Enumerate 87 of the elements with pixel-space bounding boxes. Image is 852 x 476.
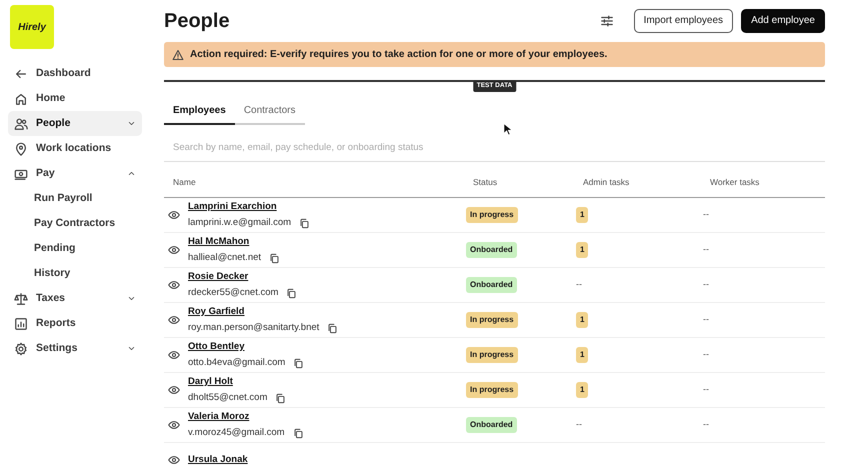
employee-email: roy.man.person@sanitarty.bnet [188, 321, 320, 335]
sidebar-subitem[interactable]: History [8, 261, 142, 286]
task-count-badge: 1 [576, 207, 588, 223]
task-count-badge: 1 [576, 347, 588, 363]
eye-icon [168, 279, 180, 291]
import-button[interactable]: Import employees [634, 9, 734, 33]
task-count-badge: 1 [576, 382, 588, 398]
status-badge: In progress [466, 312, 518, 328]
status-badge: In progress [466, 382, 518, 398]
status-badge: Onboarded [466, 277, 517, 293]
copy-icon [275, 392, 286, 404]
employee-name-link[interactable]: Lamprini Exarchion [188, 200, 310, 214]
sidebar-item[interactable]: Dashboard [8, 61, 142, 86]
copy-icon [286, 288, 298, 299]
worker-tasks-text: -- [703, 313, 709, 326]
chevron-icon [127, 119, 136, 128]
status-badge: Onboarded [466, 242, 517, 258]
page-title: People [164, 9, 230, 33]
eye-icon [168, 314, 180, 326]
alert-text: Action required: E-verify requires you to take action for one or more of your employees. [190, 48, 608, 62]
employee-email: lamprini.w.e@gmail.com [188, 216, 292, 230]
eye-icon [168, 384, 180, 396]
eye-icon [168, 209, 180, 221]
chevron-icon [127, 169, 136, 178]
employee-email: v.moroz45@gmail.com [188, 426, 285, 440]
sidebar-item[interactable]: Pay [8, 161, 142, 186]
tab[interactable]: Contractors [234, 97, 304, 125]
column-header: Status [464, 162, 574, 198]
sidebar-item[interactable]: Taxes [8, 286, 142, 311]
employee-name-link[interactable]: Hal McMahon [188, 234, 280, 249]
task-count-badge: 1 [576, 312, 588, 328]
chevron-icon [127, 344, 136, 353]
task-count-badge: 1 [576, 242, 588, 258]
copy-icon [327, 322, 338, 334]
bar-chart-icon [14, 316, 28, 330]
scales-icon [14, 292, 28, 306]
employee-name-link[interactable]: Valeria Moroz [188, 410, 304, 424]
employee-name-link[interactable]: Daryl Holt [188, 374, 286, 389]
sidebar-subitem[interactable]: Run Payroll [8, 186, 142, 211]
sidebar-item[interactable]: People [8, 111, 142, 136]
people-icon [14, 116, 28, 130]
copy-icon [269, 252, 280, 264]
copy-icon [299, 218, 310, 229]
status-badge: Onboarded [466, 417, 517, 433]
warning-icon [172, 48, 184, 60]
employee-name-link[interactable]: Rosie Decker [188, 270, 298, 284]
sidebar-item[interactable]: Home [8, 86, 142, 111]
tab[interactable]: Employees [164, 97, 235, 125]
home-icon [14, 92, 28, 106]
employee-email: rdecker55@cnet.com [188, 286, 278, 300]
logo[interactable]: Hirely [10, 5, 54, 49]
worker-tasks-text: -- [703, 208, 709, 222]
eye-icon [168, 454, 180, 466]
gear-icon [14, 342, 28, 356]
column-header: Name [164, 162, 464, 198]
sidebar-item[interactable]: Work locations [8, 136, 142, 161]
admin-tasks-text: -- [576, 418, 582, 432]
employee-email: otto.b4eva@gmail.com [188, 356, 286, 370]
employee-email: dholt55@cnet.com [188, 391, 268, 405]
location-pin-icon [14, 142, 28, 156]
eye-icon [168, 419, 180, 431]
employee-email: hallieal@cnet.net [188, 251, 262, 265]
column-header: Worker tasks [701, 162, 825, 198]
chevron-icon [127, 294, 136, 303]
eye-icon [168, 349, 180, 361]
sliders-icon [600, 14, 614, 28]
sidebar-subitem[interactable]: Pending [8, 236, 142, 261]
status-badge: In progress [466, 347, 518, 363]
column-header: Admin tasks [574, 162, 701, 198]
worker-tasks-text: -- [703, 383, 709, 396]
add-employee-button[interactable]: Add employee [741, 9, 825, 33]
eye-icon [168, 244, 180, 256]
employee-name-link[interactable]: Roy Garfield [188, 304, 338, 319]
status-badge: In progress [466, 207, 518, 223]
worker-tasks-text: -- [703, 278, 709, 292]
admin-tasks-text: -- [576, 278, 582, 292]
worker-tasks-text: -- [703, 418, 709, 432]
employee-name-link[interactable]: Otto Bentley [188, 340, 304, 354]
sidebar-item[interactable]: Reports [8, 311, 142, 336]
copy-icon [292, 428, 304, 439]
sidebar-item[interactable]: Settings [8, 336, 142, 361]
copy-icon [293, 358, 304, 369]
worker-tasks-text: -- [703, 348, 709, 362]
worker-tasks-text: -- [703, 243, 709, 256]
sidebar-subitem[interactable]: Pay Contractors [8, 211, 142, 236]
cursor-icon [503, 122, 513, 136]
employee-name-link[interactable]: Ursula Jonak [188, 452, 248, 468]
